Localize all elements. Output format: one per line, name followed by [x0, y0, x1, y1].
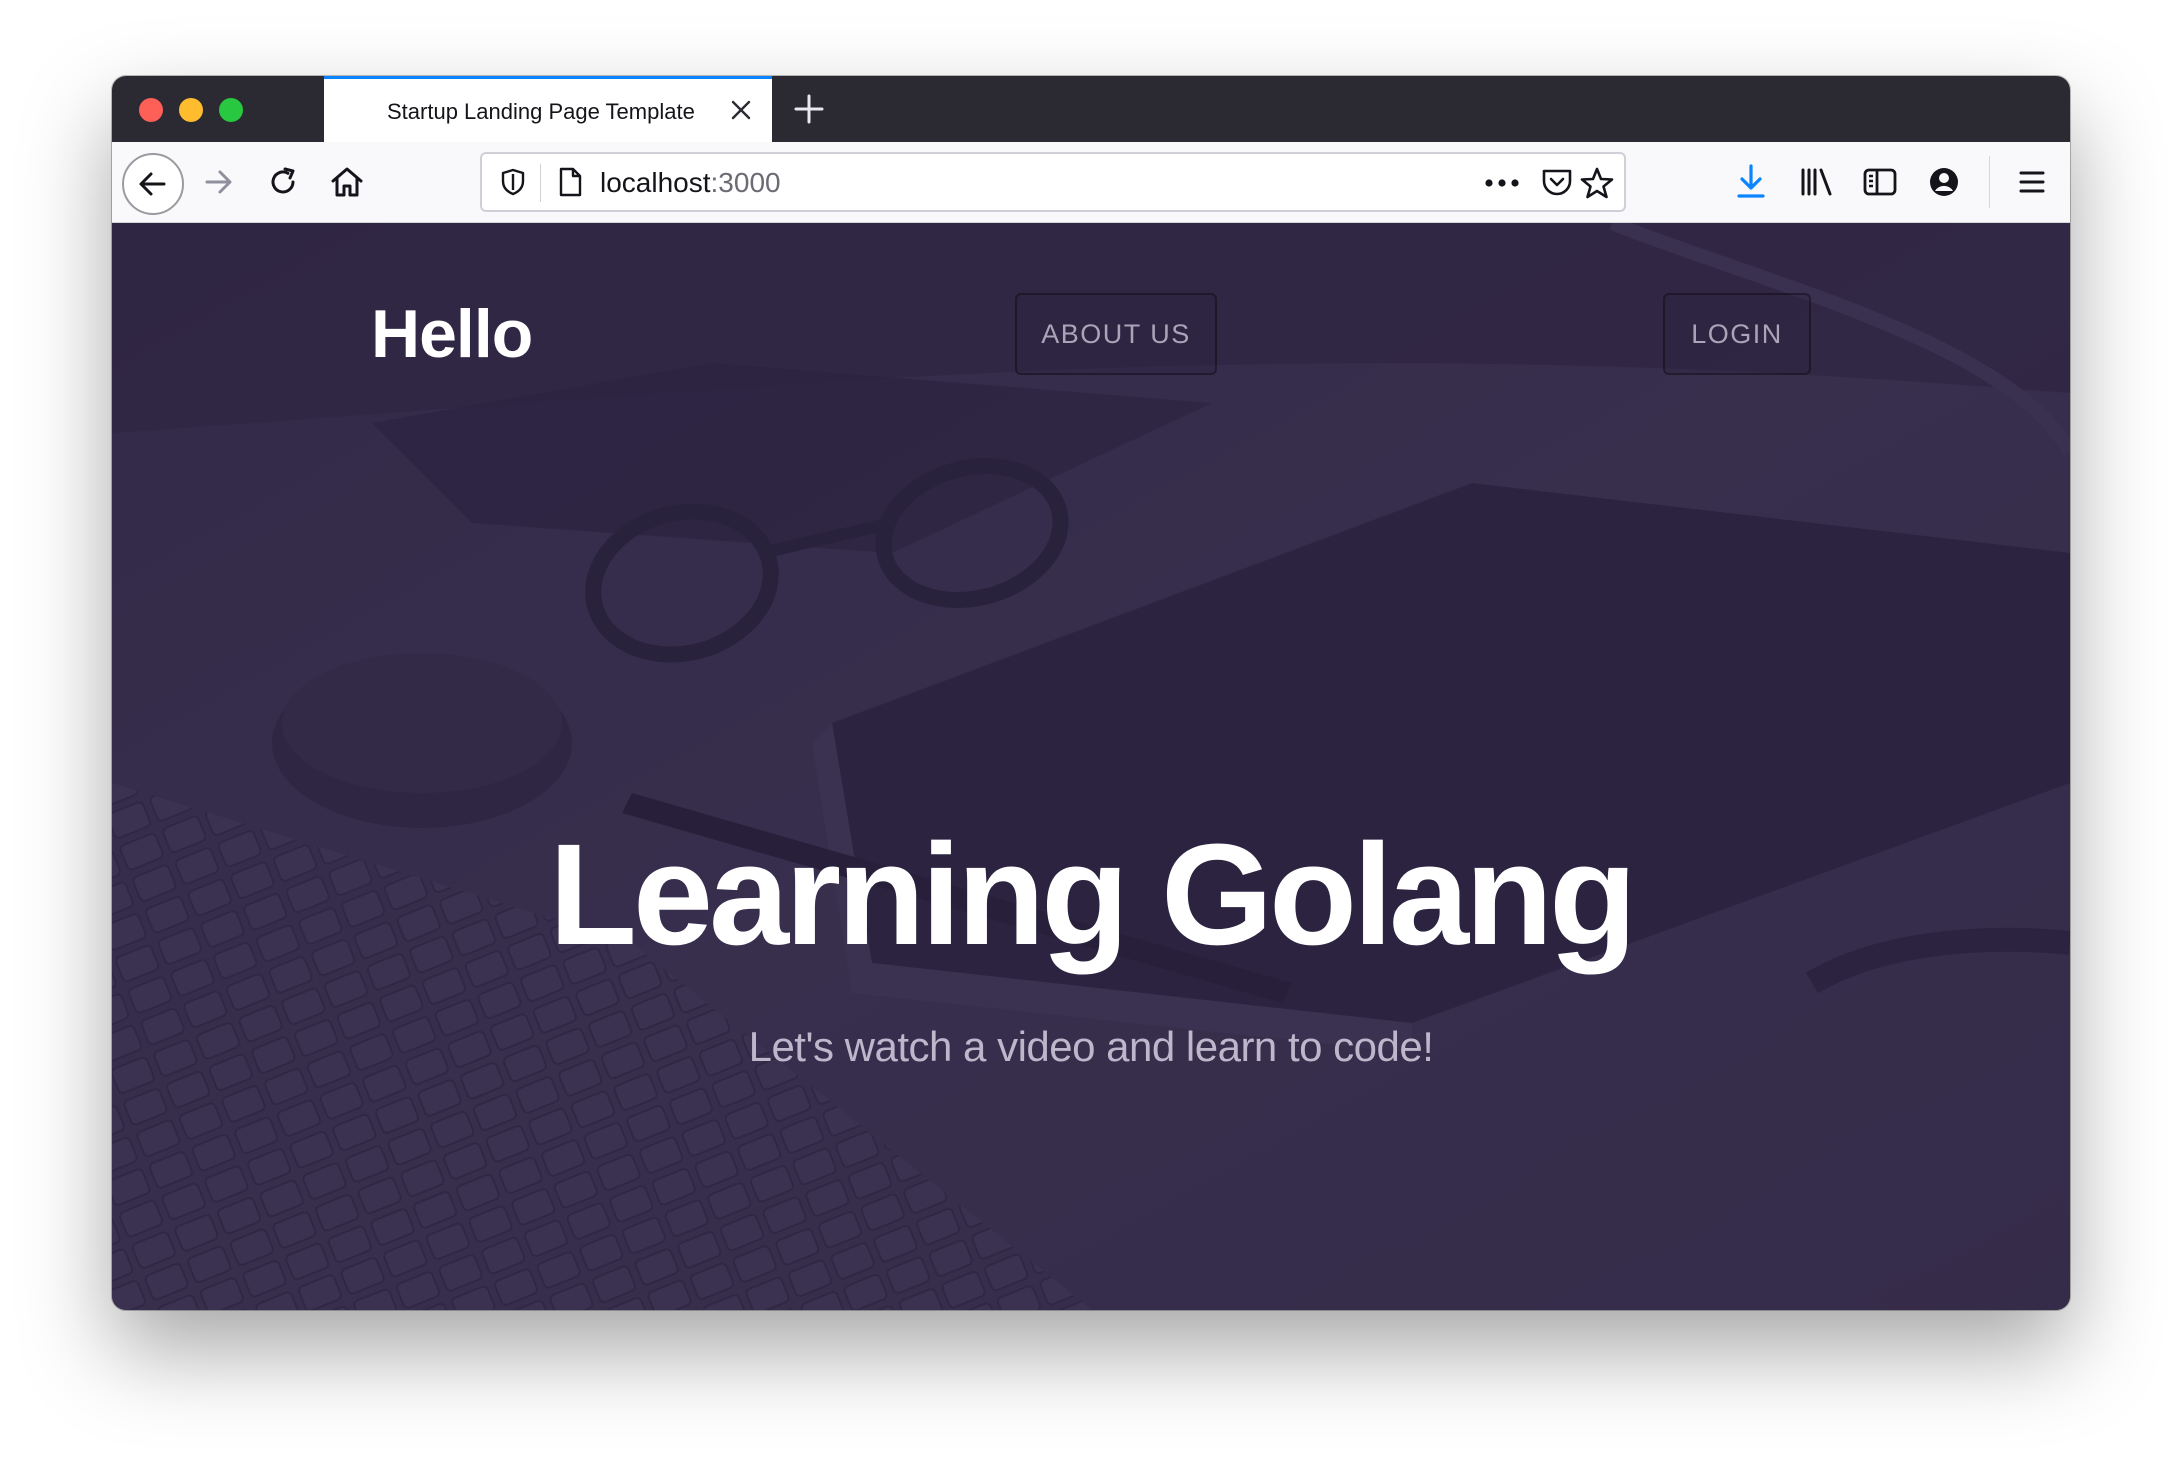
account-button[interactable] [1916, 154, 1972, 210]
account-icon [1930, 168, 1958, 196]
minimize-window-button[interactable] [179, 98, 203, 122]
more-icon[interactable] [1484, 178, 1520, 188]
menu-icon [2019, 171, 2045, 193]
url-divider [540, 164, 541, 202]
download-icon [1737, 164, 1765, 198]
reload-button[interactable] [255, 154, 311, 210]
page-content: Hello ABOUT US LOGIN Learning Golang Let… [112, 223, 2070, 1310]
star-icon[interactable] [1579, 166, 1615, 200]
forward-icon [205, 170, 232, 194]
back-icon [139, 172, 166, 196]
downloads-button[interactable] [1723, 154, 1779, 210]
url-port: :3000 [710, 167, 781, 198]
new-tab-icon[interactable] [792, 92, 826, 126]
back-button[interactable] [122, 153, 184, 215]
zoom-window-button[interactable] [219, 98, 243, 122]
reload-icon [271, 167, 295, 194]
tab-strip: Startup Landing Page Template [112, 76, 2070, 142]
home-button[interactable] [319, 154, 375, 210]
brand-logo[interactable]: Hello [371, 295, 533, 373]
hero-overlay [112, 223, 2070, 1310]
login-button[interactable]: LOGIN [1663, 293, 1811, 375]
library-icon [1801, 168, 1832, 196]
close-tab-icon[interactable] [728, 97, 754, 123]
app-menu-button[interactable] [2004, 154, 2060, 210]
forward-button[interactable] [190, 154, 246, 210]
url-host: localhost [600, 167, 711, 198]
active-tab[interactable]: Startup Landing Page Template [324, 76, 772, 142]
library-button[interactable] [1788, 154, 1844, 210]
url-text[interactable]: localhost:3000 [600, 167, 781, 199]
about-us-button[interactable]: ABOUT US [1015, 293, 1217, 375]
toolbar-divider [1989, 156, 1990, 208]
home-icon [331, 167, 363, 197]
sidebar-icon [1863, 168, 1897, 196]
close-window-button[interactable] [139, 98, 163, 122]
hero-subtitle: Let's watch a video and learn to code! [748, 1023, 1434, 1070]
page-icon[interactable] [556, 166, 584, 198]
nav-toolbar: localhost:3000 [112, 142, 2070, 223]
shield-icon[interactable] [498, 167, 528, 197]
browser-window: Startup Landing Page Template localhost:… [112, 76, 2070, 1310]
tab-title: Startup Landing Page Template [387, 99, 695, 124]
hero-title: Learning Golang [548, 814, 1637, 975]
sidebar-button[interactable] [1852, 154, 1908, 210]
pocket-icon[interactable] [1540, 167, 1574, 199]
url-bar[interactable]: localhost:3000 [480, 152, 1626, 212]
